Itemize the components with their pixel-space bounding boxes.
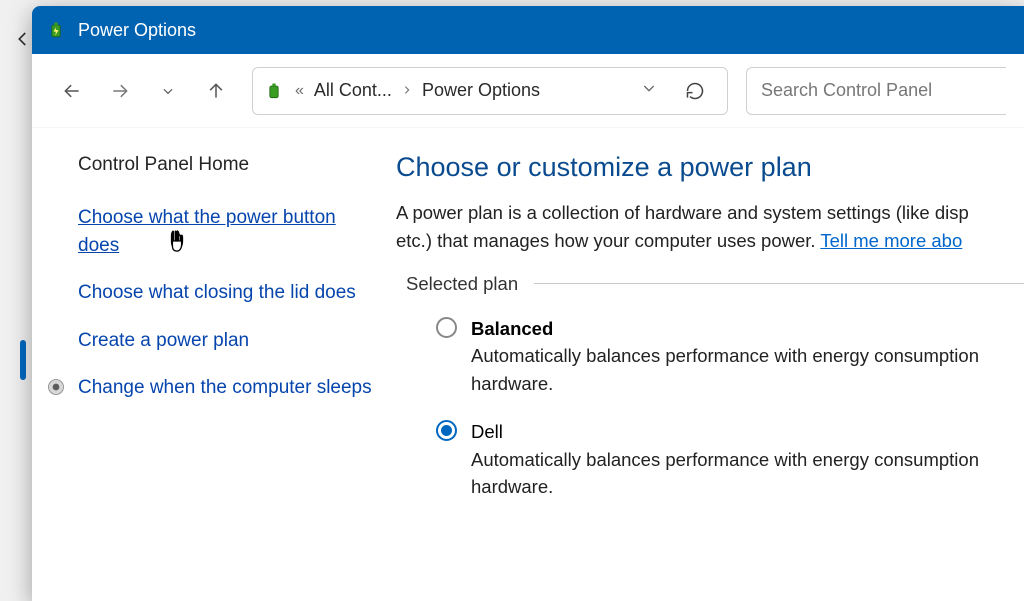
window-title: Power Options [78,20,196,41]
radio-dell[interactable] [436,420,457,441]
battery-icon [46,20,66,40]
breadcrumb-segment-2[interactable]: Power Options [422,80,540,101]
sidebar-link-lid[interactable]: Choose what closing the lid does [78,279,378,307]
radio-balanced[interactable] [436,317,457,338]
learn-more-link[interactable]: Tell me more abo [820,230,962,251]
main-panel: Choose or customize a power plan A power… [396,128,1024,601]
group-label: Selected plan [406,273,518,295]
plan-name: Balanced [471,315,1024,343]
divider [534,283,1024,284]
recent-dropdown[interactable] [146,69,190,113]
address-bar[interactable]: « All Cont... Power Options [252,67,728,115]
sidebar-link-power-button[interactable]: Choose what the power button does [78,204,378,259]
control-panel-icon [263,80,285,102]
intro-text: A power plan is a collection of hardware… [396,199,1024,255]
sidebar-link-sleep[interactable]: Change when the computer sleeps [78,374,372,402]
sidebar: Control Panel Home Choose what the power… [32,128,396,601]
plan-dell[interactable]: Dell Automatically balances performance … [396,412,1024,515]
plan-desc: Automatically balances performance with … [471,446,1024,502]
forward-button[interactable] [98,69,142,113]
refresh-button[interactable] [673,69,717,113]
up-button[interactable] [194,69,238,113]
sidebar-heading[interactable]: Control Panel Home [78,154,378,176]
chevron-right-icon [398,82,416,100]
page-title: Choose or customize a power plan [396,152,1024,183]
address-dropdown[interactable] [631,80,667,101]
breadcrumb-segment-1[interactable]: All Cont... [314,80,392,101]
content-area: Control Panel Home Choose what the power… [32,128,1024,601]
plan-balanced[interactable]: Balanced Automatically balances performa… [396,309,1024,412]
back-button[interactable] [50,69,94,113]
titlebar[interactable]: Power Options [32,6,1024,54]
selection-indicator-bg [20,340,26,380]
uac-shield-icon [46,377,68,399]
search-input[interactable]: Search Control Panel [746,67,1006,115]
group-header: Selected plan [406,273,1024,295]
plan-desc: Automatically balances performance with … [471,342,1024,398]
sidebar-link-create-plan[interactable]: Create a power plan [78,327,378,355]
window: Power Options « All Cont... Power Option… [32,6,1024,601]
prefix-chevrons: « [291,82,308,100]
search-placeholder: Search Control Panel [761,80,932,101]
navbar: « All Cont... Power Options Search Contr… [32,54,1024,128]
back-chevron-bg [14,28,32,54]
cursor-icon [166,228,188,263]
plan-name: Dell [471,418,1024,446]
